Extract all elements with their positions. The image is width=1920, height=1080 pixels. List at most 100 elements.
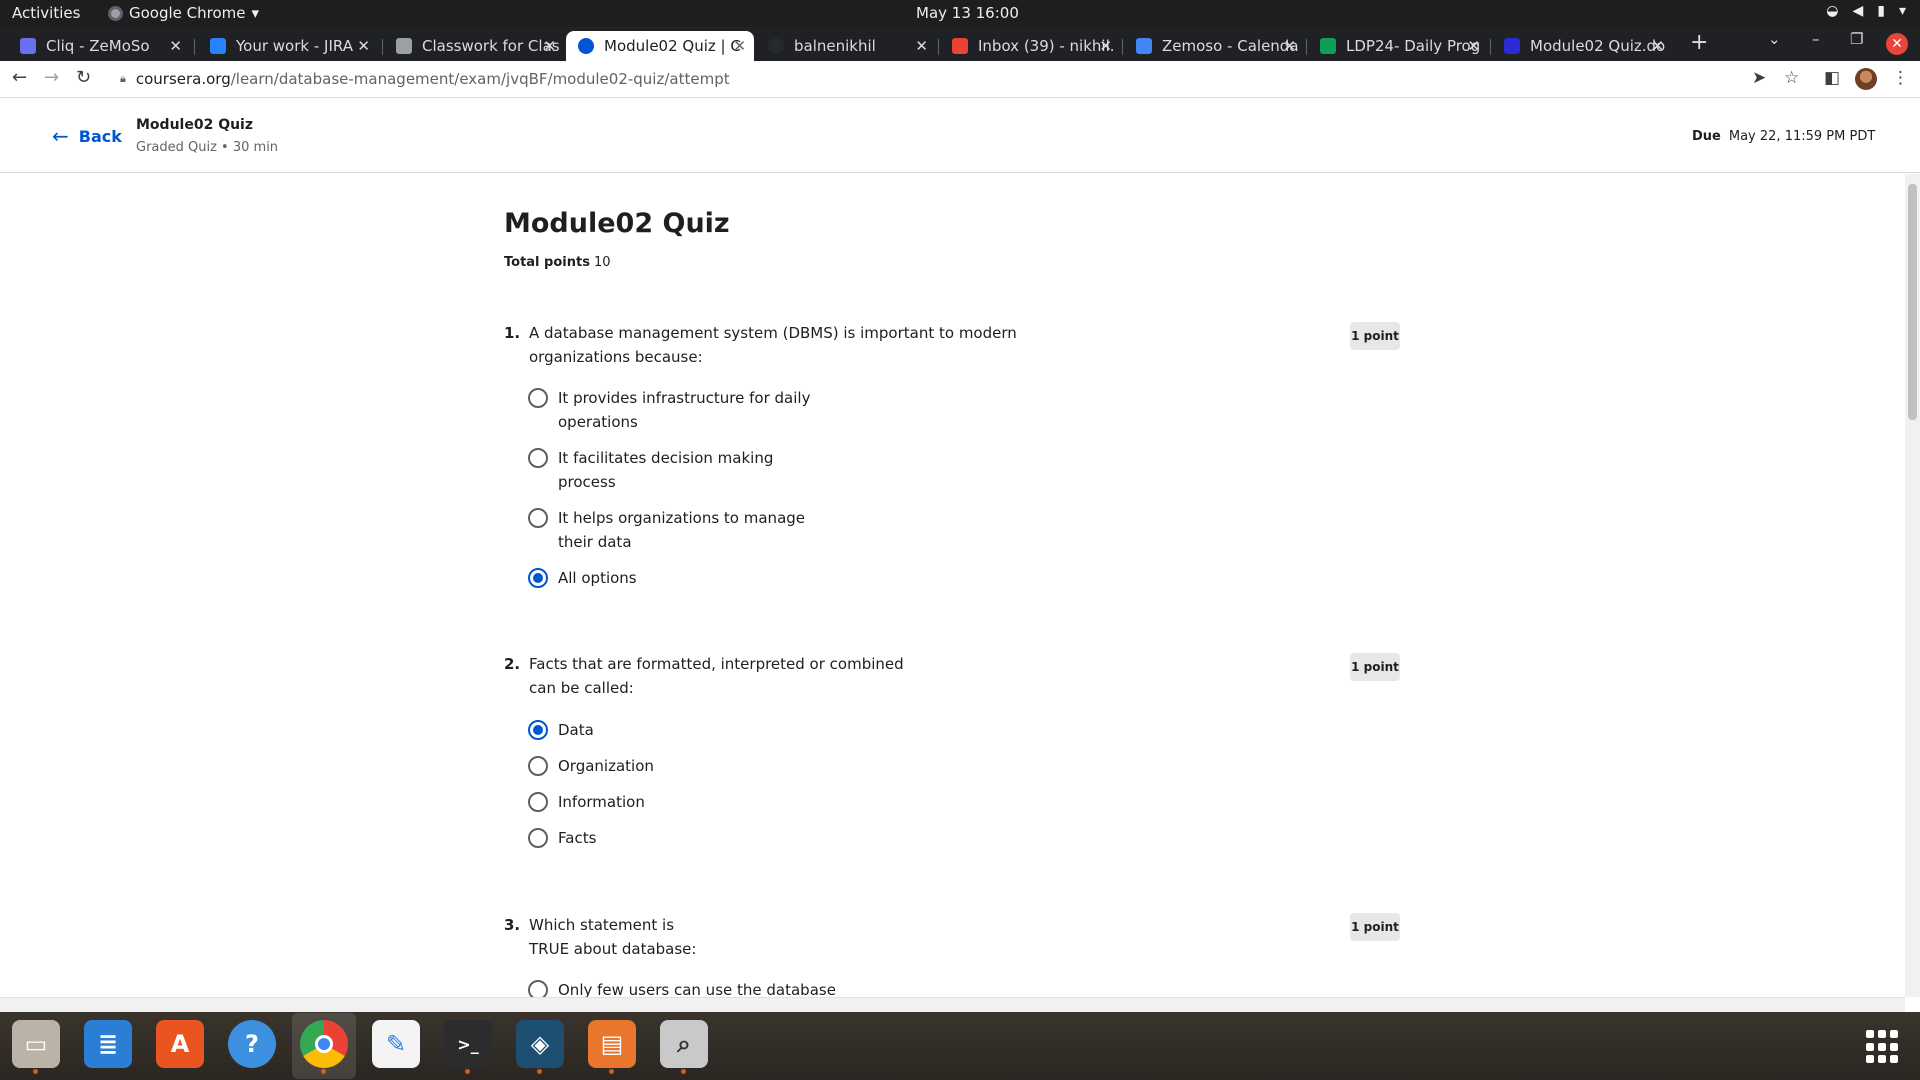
radio-button[interactable]: [528, 508, 548, 528]
option-label[interactable]: Information: [558, 790, 818, 814]
gmail-icon: [952, 38, 968, 54]
browser-tab-active[interactable]: Module02 Quiz | C ✕: [566, 31, 754, 61]
radio-button[interactable]: [528, 756, 548, 776]
activities-button[interactable]: Activities: [12, 4, 80, 22]
window-close-icon[interactable]: ✕: [1886, 33, 1908, 55]
chevron-down-icon: ▾: [251, 4, 260, 22]
browser-tab[interactable]: Module02 Quiz.do ✕: [1492, 31, 1672, 61]
answer-option-selected[interactable]: Data: [528, 720, 818, 742]
close-icon[interactable]: ✕: [1651, 37, 1664, 55]
radio-button[interactable]: [528, 828, 548, 848]
close-icon[interactable]: ✕: [357, 37, 370, 55]
page-title: Module02 Quiz: [504, 208, 730, 239]
chrome-icon[interactable]: [300, 1020, 348, 1074]
answer-option[interactable]: Organization: [528, 756, 818, 778]
answer-option-selected[interactable]: All options: [528, 568, 818, 590]
option-label[interactable]: It provides infrastructure for daily ope…: [558, 386, 818, 434]
address-bar[interactable]: 🔒︎ coursera.org /learn/database-manageme…: [120, 70, 730, 88]
vertical-scrollbar[interactable]: [1905, 174, 1920, 997]
due-value: May 22, 11:59 PM PDT: [1728, 129, 1876, 144]
close-icon[interactable]: ✕: [1283, 37, 1296, 55]
text-editor-icon[interactable]: ✎: [372, 1020, 420, 1068]
answer-option[interactable]: Information: [528, 792, 818, 814]
back-button[interactable]: ← Back: [52, 124, 122, 148]
lock-icon: 🔒︎: [120, 72, 126, 85]
answer-option[interactable]: It helps organizations to manage their d…: [528, 508, 818, 554]
browser-tab[interactable]: LDP24- Daily Prog ✕: [1308, 31, 1488, 61]
side-panel-icon[interactable]: ◧: [1824, 68, 1840, 88]
due-date: Due May 22, 11:59 PM PDT: [1692, 129, 1875, 144]
answer-option[interactable]: It facilitates decision making process: [528, 448, 818, 494]
browser-tab[interactable]: Your work - JIRA ✕: [198, 31, 378, 61]
question-number: 2.: [504, 655, 521, 673]
option-label[interactable]: It helps organizations to manage their d…: [558, 506, 818, 554]
new-tab-button[interactable]: +: [1690, 30, 1708, 55]
mysql-workbench-icon[interactable]: ◈: [516, 1020, 564, 1074]
close-icon[interactable]: ✕: [915, 37, 928, 55]
total-points-label: Total points: [504, 255, 590, 270]
browser-tab[interactable]: balnenikhil ✕: [756, 31, 936, 61]
answer-option[interactable]: Only few users can use the database: [528, 980, 878, 997]
url-domain: coursera.org: [135, 70, 231, 88]
favicon-icon: [20, 38, 36, 54]
arrow-left-icon: ←: [52, 124, 69, 148]
files-icon[interactable]: ▭: [12, 1020, 60, 1074]
app-menu[interactable]: Google Chrome ▾: [108, 4, 259, 22]
question-text: A database management system (DBMS) is i…: [529, 324, 1017, 366]
terminal-icon[interactable]: >_: [444, 1020, 492, 1074]
close-icon[interactable]: ✕: [543, 37, 556, 55]
header-subtitle: Graded Quiz • 30 min: [136, 140, 279, 155]
send-icon[interactable]: ➤: [1752, 68, 1766, 88]
more-menu-icon[interactable]: ⋮: [1892, 68, 1909, 88]
restore-icon[interactable]: ❐: [1850, 30, 1863, 48]
image-viewer-icon[interactable]: ⌕: [660, 1020, 708, 1074]
radio-button[interactable]: [528, 980, 548, 997]
reload-icon[interactable]: ↻: [76, 67, 91, 88]
option-label[interactable]: Facts: [558, 826, 818, 850]
chrome-icon: [108, 5, 123, 21]
tab-search-icon[interactable]: ⌄: [1768, 30, 1781, 48]
total-points: Total points 10: [504, 255, 611, 270]
question-number: 1.: [504, 324, 521, 342]
system-tray[interactable]: ◒ ◀ ▮ ▾: [1826, 3, 1906, 19]
radio-button[interactable]: [528, 792, 548, 812]
browser-tab[interactable]: Classwork for Clas ✕: [384, 31, 564, 61]
answer-option[interactable]: It provides infrastructure for daily ope…: [528, 388, 818, 434]
close-icon[interactable]: ✕: [169, 37, 182, 55]
browser-tab[interactable]: Cliq - ZeMoSo ✕: [8, 31, 190, 61]
browser-tab[interactable]: Zemoso - Calenda ✕: [1124, 31, 1304, 61]
option-label[interactable]: Organization: [558, 754, 818, 778]
option-label[interactable]: It facilitates decision making process: [558, 446, 818, 494]
question-text: Facts that are formatted, interpreted or…: [529, 655, 904, 697]
horizontal-scrollbar[interactable]: [0, 997, 1905, 1012]
profile-avatar[interactable]: [1855, 68, 1877, 90]
browser-tab[interactable]: Inbox (39) - nikhil. ✕: [940, 31, 1120, 61]
tab-title: Module02 Quiz | C: [604, 37, 741, 55]
close-icon[interactable]: ✕: [733, 37, 746, 55]
show-apps-icon[interactable]: [1866, 1030, 1900, 1064]
answer-option[interactable]: Facts: [528, 828, 818, 850]
radio-button[interactable]: [528, 388, 548, 408]
impress-icon[interactable]: ▤: [588, 1020, 636, 1074]
writer-icon[interactable]: ≣: [84, 1020, 132, 1068]
scrollbar-thumb[interactable]: [1908, 184, 1917, 420]
back-arrow-icon[interactable]: ←: [12, 67, 27, 88]
radio-button-checked[interactable]: [528, 568, 548, 588]
help-icon[interactable]: ?: [228, 1020, 276, 1068]
forward-arrow-icon[interactable]: →: [44, 67, 59, 88]
radio-button-checked[interactable]: [528, 720, 548, 740]
option-label[interactable]: All options: [558, 566, 818, 590]
minimize-icon[interactable]: –: [1812, 30, 1820, 48]
favicon-icon: [396, 38, 412, 54]
app-center-icon[interactable]: A: [156, 1020, 204, 1068]
dock: [0, 1012, 1920, 1080]
bookmark-star-icon[interactable]: ☆: [1784, 68, 1799, 88]
option-label[interactable]: Only few users can use the database: [558, 980, 878, 997]
close-icon[interactable]: ✕: [1467, 37, 1480, 55]
calendar-icon: [1136, 38, 1152, 54]
option-label[interactable]: Data: [558, 718, 818, 742]
close-icon[interactable]: ✕: [1099, 37, 1112, 55]
clock[interactable]: May 13 16:00: [916, 4, 1019, 22]
radio-button[interactable]: [528, 448, 548, 468]
back-label: Back: [78, 126, 122, 146]
